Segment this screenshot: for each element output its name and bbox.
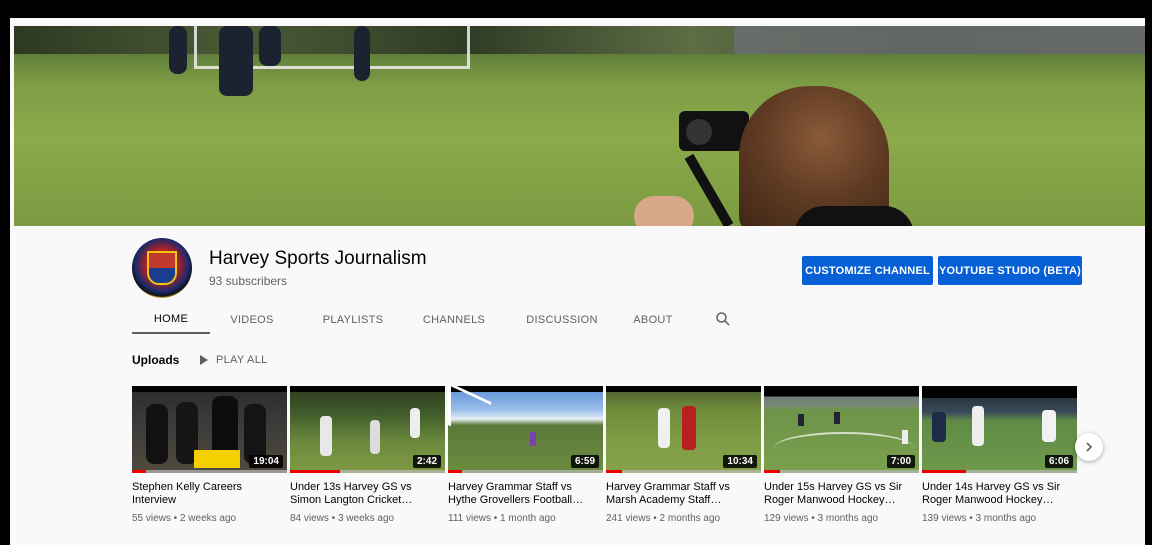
watch-progress-bar: [290, 470, 340, 473]
video-meta: 241 views • 2 months ago: [606, 513, 721, 524]
video-card[interactable]: 6:06 Under 14s Harvey GS vs Sir Roger Ma…: [922, 386, 1077, 524]
video-card[interactable]: 7:00 Under 15s Harvey GS vs Sir Roger Ma…: [764, 386, 919, 524]
thumb-figure: [410, 408, 420, 438]
video-meta: 111 views • 1 month ago: [448, 513, 556, 524]
play-icon: [200, 355, 208, 365]
search-icon[interactable]: [714, 310, 732, 328]
thumbnail-letterbox: [448, 386, 603, 392]
thumb-figure: [932, 412, 946, 442]
watch-progress-bar: [448, 470, 462, 473]
progress-track: [448, 470, 603, 473]
watch-progress-bar: [764, 470, 780, 473]
video-duration: 2:42: [412, 455, 441, 468]
video-title[interactable]: Under 15s Harvey GS vs Sir Roger Manwood…: [764, 481, 919, 507]
banner-cameraman: [739, 86, 889, 226]
thumb-figure: [320, 416, 332, 456]
video-thumbnail[interactable]: 19:04: [132, 386, 287, 473]
window-right-border: [1145, 10, 1152, 545]
thumb-figure: [972, 406, 984, 446]
video-thumbnail[interactable]: 6:06: [922, 386, 1077, 473]
channel-header: Harvey Sports Journalism 93 subscribers …: [14, 226, 1145, 336]
tab-about[interactable]: ABOUT: [626, 306, 680, 334]
video-title[interactable]: Under 13s Harvey GS vs Simon Langton Cri…: [290, 481, 445, 507]
video-thumbnail[interactable]: 10:34: [606, 386, 761, 473]
shelf-title: Uploads: [132, 353, 180, 367]
video-duration: 6:06: [1044, 455, 1073, 468]
tab-videos[interactable]: VIDEOS: [222, 306, 282, 334]
thumb-figure: [658, 408, 670, 448]
video-meta: 84 views • 3 weeks ago: [290, 513, 395, 524]
youtube-studio-button[interactable]: YOUTUBE STUDIO (BETA): [938, 256, 1082, 285]
tab-playlists[interactable]: PLAYLISTS: [308, 306, 398, 334]
progress-track: [764, 470, 919, 473]
watch-progress-bar: [922, 470, 966, 473]
channel-page: Harvey Sports Journalism 93 subscribers …: [10, 18, 1145, 545]
video-card[interactable]: 19:04 Stephen Kelly Careers Interview 55…: [132, 386, 287, 524]
video-meta: 55 views • 2 weeks ago: [132, 513, 237, 524]
video-card[interactable]: 2:42 Under 13s Harvey GS vs Simon Langto…: [290, 386, 445, 524]
channel-name: Harvey Sports Journalism: [209, 248, 427, 269]
video-title[interactable]: Harvey Grammar Staff vs Marsh Academy St…: [606, 481, 761, 507]
tab-channels[interactable]: CHANNELS: [414, 306, 494, 334]
uploads-shelf: Uploads PLAY ALL 19:04 Stephen Kelly Car…: [14, 336, 1145, 545]
banner-jacket: [794, 206, 914, 226]
video-title[interactable]: Under 14s Harvey GS vs Sir Roger Manwood…: [922, 481, 1077, 507]
tab-discussion[interactable]: DISCUSSION: [517, 306, 607, 334]
thumb-figure: [146, 404, 168, 464]
video-duration: 6:59: [570, 455, 599, 468]
banner-player: [169, 26, 187, 74]
school-crest-icon[interactable]: [132, 238, 192, 298]
thumb-figure: [530, 432, 536, 446]
video-thumbnail[interactable]: 7:00: [764, 386, 919, 473]
subscriber-count: 93 subscribers: [209, 274, 288, 288]
banner-player: [259, 26, 281, 66]
shelf-next-button[interactable]: [1075, 433, 1103, 461]
thumbnail-letterbox: [606, 386, 761, 392]
banner-fence: [734, 26, 1145, 54]
banner-player: [219, 26, 253, 96]
thumb-figure: [1042, 410, 1056, 442]
banner-player: [354, 26, 370, 81]
thumb-figure: [370, 420, 380, 454]
video-thumbnail[interactable]: 2:42: [290, 386, 445, 473]
thumb-figure: [902, 430, 908, 444]
video-card[interactable]: 10:34 Harvey Grammar Staff vs Marsh Acad…: [606, 386, 761, 524]
banner-hand: [634, 196, 694, 226]
progress-track: [606, 470, 761, 473]
watch-progress-bar: [606, 470, 622, 473]
thumbnail-letterbox: [290, 386, 445, 392]
crest-shield: [147, 251, 177, 285]
video-duration: 7:00: [886, 455, 915, 468]
thumbnail-letterbox: [132, 386, 287, 392]
video-title[interactable]: Stephen Kelly Careers Interview: [132, 481, 287, 507]
banner-camera-lens: [686, 119, 712, 145]
customize-channel-button[interactable]: CUSTOMIZE CHANNEL: [802, 256, 933, 285]
play-all-label: PLAY ALL: [216, 354, 268, 366]
video-duration: 19:04: [249, 455, 283, 468]
tab-home[interactable]: HOME: [132, 306, 210, 334]
thumb-figure: [834, 412, 840, 424]
video-thumbnail[interactable]: 6:59: [448, 386, 603, 473]
video-meta: 129 views • 3 months ago: [764, 513, 879, 524]
thumb-figure: [798, 414, 804, 426]
video-card[interactable]: 6:59 Harvey Grammar Staff vs Hythe Grove…: [448, 386, 603, 524]
thumb-goal: [448, 386, 491, 446]
chevron-right-icon: [1086, 442, 1093, 452]
window-top-border: [10, 10, 1145, 18]
video-meta: 139 views • 3 months ago: [922, 513, 1037, 524]
video-duration: 10:34: [723, 455, 757, 468]
progress-track: [132, 470, 287, 473]
channel-banner: [14, 26, 1145, 226]
watch-progress-bar: [132, 470, 146, 473]
thumb-table: [194, 450, 240, 468]
play-all-button[interactable]: PLAY ALL: [200, 354, 268, 366]
thumb-figure: [682, 406, 696, 450]
video-title[interactable]: Harvey Grammar Staff vs Hythe Grovellers…: [448, 481, 603, 507]
